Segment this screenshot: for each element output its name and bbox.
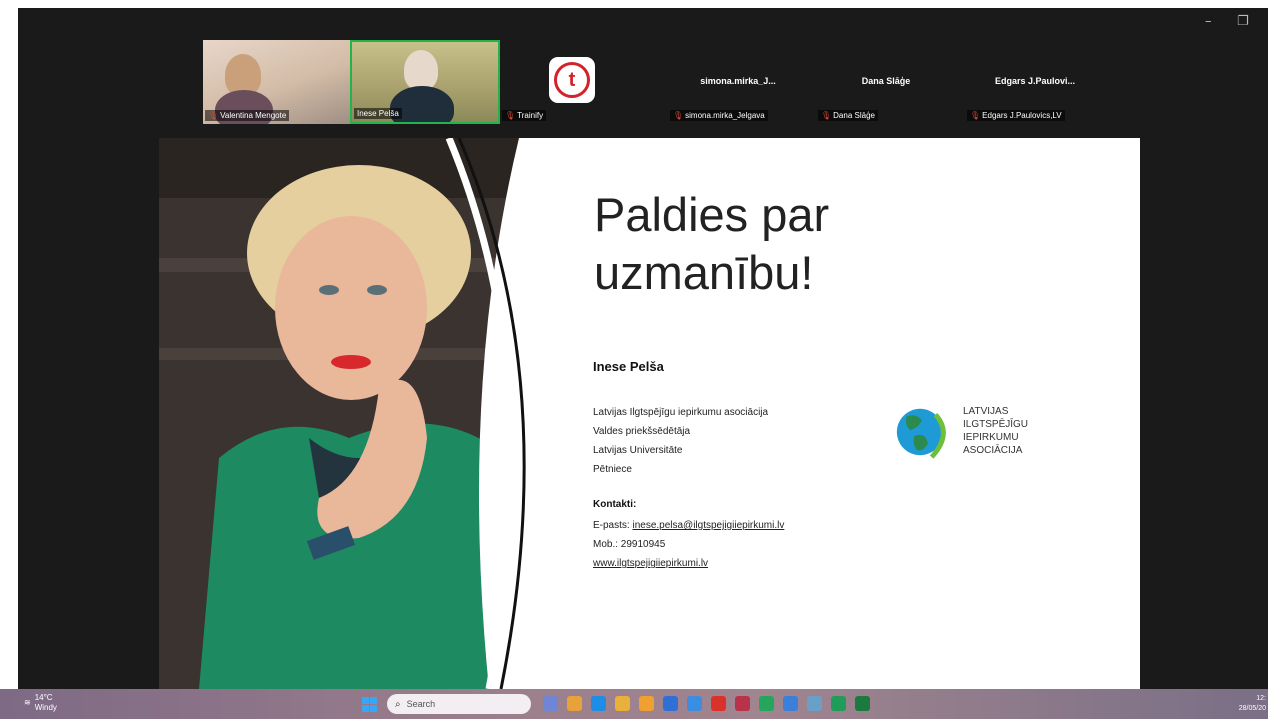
- taskbar-app-icon[interactable]: [855, 696, 870, 711]
- taskbar-app-icon[interactable]: [687, 696, 702, 711]
- windows-start-icon[interactable]: [362, 697, 377, 712]
- info-line: Valdes priekšsēdētāja: [593, 426, 691, 437]
- info-line: Latvijas Universitāte: [593, 445, 683, 456]
- participant-tile-trainify[interactable]: t 🎙 Trainify: [500, 40, 610, 124]
- muted-mic-icon: 🎙: [970, 111, 981, 120]
- email-link[interactable]: inese.pelsa@ilgtspejigiiepirkumi.lv: [632, 520, 784, 531]
- presenter-info: Latvijas Ilgtspējīgu iepirkumu asociācij…: [593, 403, 768, 479]
- taskbar-app-icon[interactable]: [591, 696, 606, 711]
- participant-tile-simona[interactable]: simona.mirka_J... 🎙 simona.mirka_Jelgava: [668, 40, 808, 124]
- participant-label: 🎙 Dana Slāģe: [818, 110, 878, 121]
- pinned-apps: [543, 696, 870, 711]
- association-logo-text: LATVIJAS ILGTSPĒJĪGU IEPIRKUMU ASOCIĀCIJ…: [963, 406, 1029, 456]
- contacts-heading: Kontakti:: [593, 499, 637, 510]
- participant-tile-inese[interactable]: Inese Pelša: [350, 40, 500, 124]
- wind-icon: ≋: [24, 698, 31, 707]
- trainify-logo: t: [548, 56, 596, 104]
- muted-mic-icon: 🎙: [821, 111, 832, 120]
- globe-logo-icon: [896, 408, 946, 459]
- participant-label: 🎙 simona.mirka_Jelgava: [670, 110, 768, 121]
- muted-mic-icon: 🎙: [208, 111, 219, 120]
- taskbar-app-icon[interactable]: [543, 696, 558, 711]
- system-clock[interactable]: 12: 28/05/20: [1239, 694, 1266, 714]
- taskbar-app-icon[interactable]: [831, 696, 846, 711]
- taskbar-app-icon[interactable]: [567, 696, 582, 711]
- shared-slide: Paldies par uzmanību! Inese Pelša Latvija…: [159, 138, 1140, 689]
- info-line: Pētniece: [593, 464, 632, 475]
- info-line: Latvijas Ilgtspējīgu iepirkumu asociācij…: [593, 407, 769, 418]
- participant-tile-valentina[interactable]: 🎙 Valentina Mengote: [203, 40, 350, 124]
- restore-button[interactable]: ❐: [1237, 14, 1249, 29]
- trainify-t-icon: t: [554, 62, 590, 98]
- taskbar-app-icon[interactable]: [783, 696, 798, 711]
- taskbar: ≋ 14°C Windy ⌕ Search 12: 28/05/20: [0, 689, 1268, 719]
- phone-line: Mob.: 29910945: [593, 539, 666, 550]
- slide-title: Paldies par uzmanību!: [594, 188, 830, 299]
- participant-tile-dana[interactable]: Dana Slāģe 🎙 Dana Slāģe: [816, 40, 956, 124]
- minimize-button[interactable]: –: [1205, 14, 1212, 29]
- taskbar-app-icon[interactable]: [663, 696, 678, 711]
- search-icon: ⌕: [395, 698, 401, 710]
- participant-label: 🎙 Valentina Mengote: [205, 110, 290, 121]
- taskbar-search[interactable]: ⌕ Search: [387, 694, 531, 714]
- weather-widget[interactable]: ≋ 14°C Windy: [24, 693, 57, 713]
- taskbar-app-icon[interactable]: [639, 696, 654, 711]
- contacts-block: E-pasts: inese.pelsa@ilgtspejigiiepirkum…: [593, 516, 784, 573]
- taskbar-app-icon[interactable]: [759, 696, 774, 711]
- taskbar-app-icon[interactable]: [615, 696, 630, 711]
- participant-tile-edgars[interactable]: Edgars J.Paulovi... 🎙 Edgars J.Paulovics,…: [965, 40, 1105, 124]
- taskbar-app-icon[interactable]: [807, 696, 822, 711]
- zoom-meeting-window: – ❐ 🎙 Valentina Mengote Inese Pelša t 🎙 Tr…: [18, 8, 1268, 689]
- participant-label: Inese Pelša: [354, 108, 402, 119]
- presenter-photo: [159, 138, 559, 689]
- participant-gallery: 🎙 Valentina Mengote Inese Pelša t 🎙 Traini…: [203, 40, 1083, 126]
- participant-label: 🎙 Edgars J.Paulovics,LV: [967, 110, 1065, 121]
- taskbar-app-icon[interactable]: [711, 696, 726, 711]
- presenter-name: Inese Pelša: [593, 359, 664, 374]
- participant-display-name: Edgars J.Paulovi...: [994, 76, 1076, 86]
- participant-display-name: simona.mirka_J...: [700, 76, 776, 86]
- participant-video: [404, 50, 438, 90]
- screen: – ❐ 🎙 Valentina Mengote Inese Pelša t 🎙 Tr…: [0, 0, 1268, 719]
- email-line: E-pasts: inese.pelsa@ilgtspejigiiepirkum…: [593, 520, 785, 531]
- participant-display-name: Dana Slāģe: [861, 76, 911, 86]
- taskbar-app-icon[interactable]: [735, 696, 750, 711]
- website-link[interactable]: www.ilgtspejigiiepirkumi.lv: [593, 558, 708, 569]
- participant-label: 🎙 Trainify: [502, 110, 547, 121]
- muted-mic-icon: 🎙: [673, 111, 684, 120]
- muted-mic-icon: 🎙: [505, 111, 516, 120]
